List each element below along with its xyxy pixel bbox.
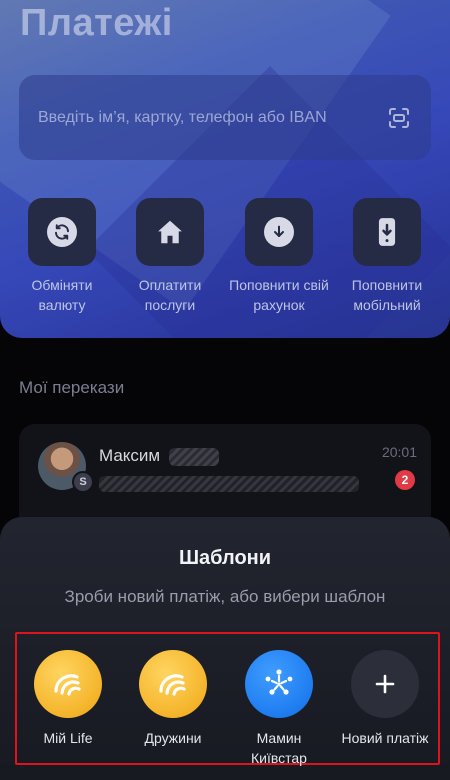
template-circle[interactable] — [245, 650, 313, 718]
home-icon — [158, 220, 182, 244]
download-icon — [274, 225, 284, 237]
redacted-message — [99, 476, 359, 492]
templates-row: Мій Life Дружини Мамин Київстар Новий пл… — [15, 632, 440, 768]
template-circle[interactable] — [34, 650, 102, 718]
template-wife[interactable]: Дружини — [123, 650, 223, 748]
quick-actions: Обміняти валюту Оплатити послуги Поповни… — [0, 198, 450, 338]
life-logo-icon — [159, 674, 186, 696]
template-label: Мій Life — [43, 730, 93, 746]
unread-count-badge: 2 — [395, 470, 415, 490]
exchange-currency-action[interactable]: Обміняти валюту — [12, 198, 112, 315]
services-tile[interactable] — [136, 198, 204, 266]
avatar-badge: S — [72, 471, 94, 493]
plus-icon — [375, 674, 395, 694]
top-up-account-action[interactable]: Поповнити свій рахунок — [229, 198, 329, 315]
template-circle[interactable] — [139, 650, 207, 718]
phone-icon — [378, 218, 396, 246]
template-mom-kyivstar[interactable]: Мамин Київстар — [229, 650, 329, 768]
redacted-surname — [169, 448, 219, 466]
search-box[interactable] — [19, 75, 431, 160]
exchange-icon — [55, 224, 69, 240]
kyivstar-logo-icon — [265, 669, 293, 695]
template-label: Мамин Київстар — [251, 730, 307, 766]
template-circle[interactable] — [351, 650, 419, 718]
sheet-subtitle: Зроби новий платіж, або вибери шаблон — [64, 587, 386, 606]
action-label: Оплатити послуги — [138, 277, 202, 313]
page-title: Платежі — [20, 2, 173, 44]
action-label: Поповнити мобільний — [351, 277, 423, 313]
template-label: Дружини — [144, 730, 202, 746]
pay-services-action[interactable]: Оплатити послуги — [120, 198, 220, 315]
payments-header: Платежі Обміняти валюту — [0, 0, 450, 338]
transfers-section-title: Мої перекази — [19, 378, 125, 397]
action-label: Поповнити свій рахунок — [229, 277, 329, 313]
template-label: Новий платіж — [341, 730, 429, 746]
search-input[interactable] — [38, 108, 385, 127]
template-new-payment[interactable]: Новий платіж — [335, 650, 435, 748]
mobile-tile[interactable] — [353, 198, 421, 266]
contact-name: Максим — [99, 446, 161, 465]
sheet-title: Шаблони — [178, 547, 272, 569]
message-time: 20:01 — [381, 444, 417, 460]
life-logo-icon — [54, 674, 81, 696]
exchange-tile[interactable] — [28, 198, 96, 266]
action-label: Обміняти валюту — [31, 277, 93, 313]
top-up-tile[interactable] — [245, 198, 313, 266]
top-up-mobile-action[interactable]: Поповнити мобільний — [337, 198, 437, 315]
template-my-life[interactable]: Мій Life — [18, 650, 118, 748]
scan-icon[interactable] — [385, 104, 413, 132]
